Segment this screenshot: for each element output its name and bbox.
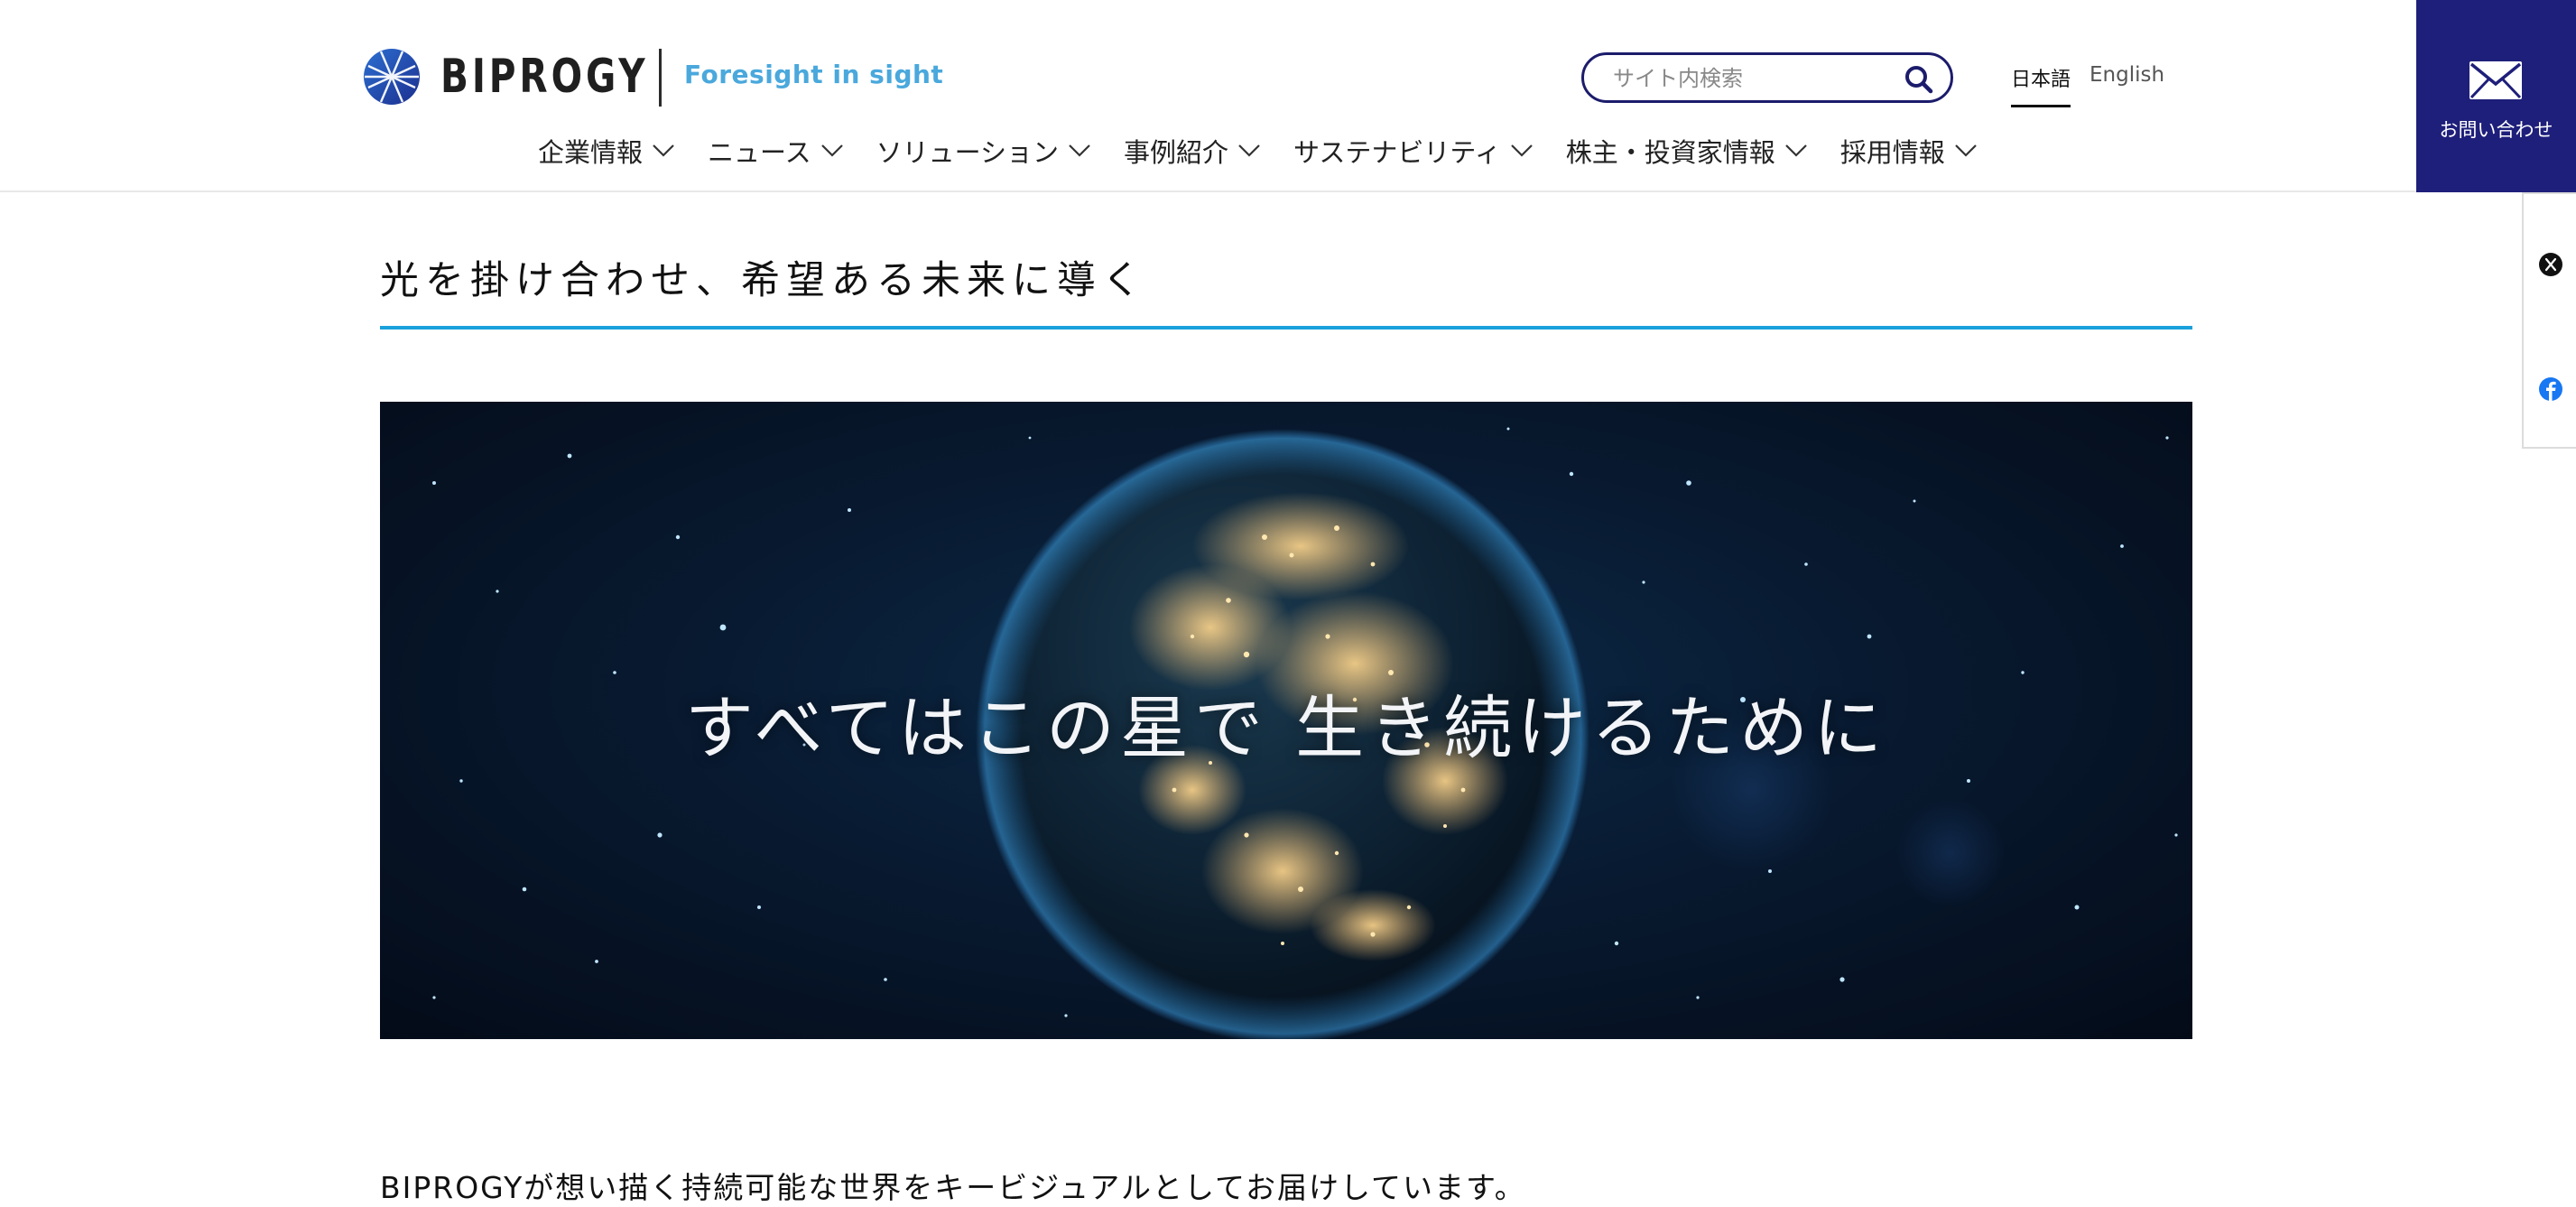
chevron-down-icon [1069, 144, 1090, 157]
chevron-down-icon [1510, 144, 1533, 157]
nav-item-label: 企業情報 [538, 137, 644, 168]
chevron-down-icon [1238, 144, 1260, 157]
biprogy-logo-icon [364, 49, 420, 105]
nav-item-news[interactable]: ニュース [708, 128, 844, 173]
contact-label: お問い合わせ [2439, 119, 2553, 141]
share-bar [2522, 192, 2576, 449]
page-title: 光を掛け合わせ、希望ある未来に導く [380, 258, 1147, 303]
nav-item-investors[interactable]: 株主・投資家情報 [1566, 128, 1808, 173]
nav-item-label: ニュース [708, 137, 811, 168]
site-search [1581, 52, 1953, 103]
x-icon[interactable] [2538, 252, 2563, 277]
chevron-down-icon [653, 144, 674, 157]
logo-wordmark: BIPROGY [440, 50, 649, 104]
lens-flare [1896, 799, 2005, 907]
nav-item-cases[interactable]: 事例紹介 [1124, 128, 1261, 173]
chevron-down-icon [1784, 144, 1807, 157]
nav-item-recruit[interactable]: 採用情報 [1840, 128, 1978, 173]
chevron-down-icon [820, 144, 843, 157]
nav-item-company[interactable]: 企業情報 [538, 128, 675, 173]
logo-tagline: Foresight in sight [684, 60, 944, 89]
lang-japanese-link[interactable]: 日本語 [2011, 63, 2071, 107]
nav-item-label: 株主・投資家情報 [1565, 137, 1775, 168]
lang-english-link[interactable]: English [2090, 63, 2164, 87]
site-logo[interactable]: BIPROGY [363, 47, 708, 107]
hero-image: すべてはこの星で 生き続けるために [380, 402, 2192, 1039]
logo-divider [659, 49, 662, 107]
chevron-down-icon [1954, 144, 1977, 157]
nav-item-solutions[interactable]: ソリューション [876, 128, 1091, 173]
nav-item-label: サステナビリティ [1293, 137, 1501, 168]
mail-icon [2469, 61, 2522, 99]
nav-item-label: ソリューション [876, 137, 1059, 168]
intro-text: BIPROGYが想い描く持続可能な世界をキービジュアルとしてお届けしています。 [380, 1170, 1526, 1205]
contact-button[interactable]: お問い合わせ [2416, 0, 2576, 192]
search-input[interactable] [1611, 62, 1900, 95]
nav-item-label: 事例紹介 [1124, 137, 1229, 168]
site-header: BIPROGY Foresight in sight 日本語 English お… [0, 0, 2576, 192]
global-nav: 企業情報 ニュース ソリューション 事例紹介 サステナビリティ 株主・投資家情報… [538, 128, 2010, 173]
nav-item-label: 採用情報 [1839, 137, 1945, 168]
nav-item-sustainability[interactable]: サステナビリティ [1293, 128, 1534, 173]
hero-copy: すべてはこの星で 生き続けるために [684, 688, 1888, 768]
search-icon[interactable] [1904, 64, 1934, 95]
facebook-icon[interactable] [2538, 376, 2563, 402]
title-underline [380, 326, 2192, 330]
